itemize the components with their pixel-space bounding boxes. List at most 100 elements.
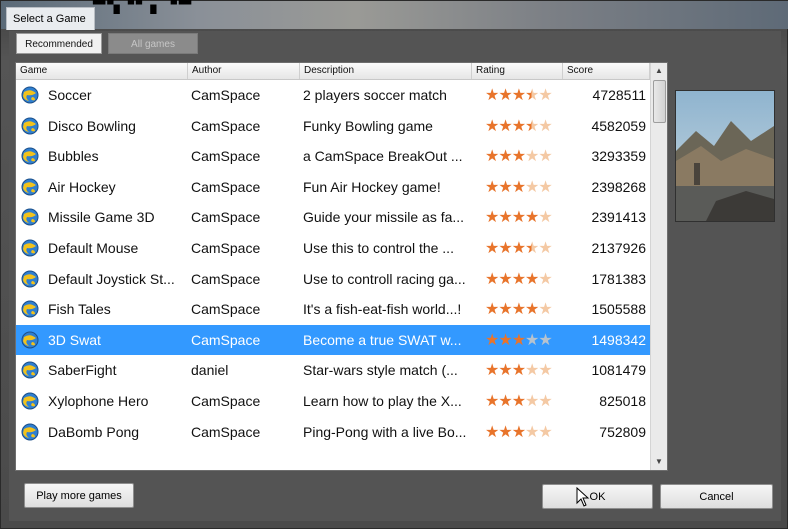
game-description: Fun Air Hockey game! [303,178,441,195]
play-more-games-button[interactable]: Play more games [24,483,134,508]
globe-game-icon [20,116,40,136]
game-author: CamSpace [191,239,261,256]
column-header-score[interactable]: Score [563,63,650,79]
game-name: Fish Tales [48,301,111,318]
star-icon: ★ [525,362,539,380]
star-icon: ★ [511,270,526,288]
table-row[interactable]: Missile Game 3D CamSpace Guide your missil… [16,202,650,233]
star-icon: ★ [498,362,512,380]
game-name: 3D Swat [48,331,101,348]
globe-game-icon [20,422,40,442]
star-icon: ★ [511,239,526,257]
game-score: 4582059 [591,117,646,134]
game-author: CamSpace [191,331,261,348]
table-row[interactable]: Soccer CamSpace 2 players soccer match 4728… [16,80,650,111]
star-icon: ★ [498,270,512,288]
game-rating-stars: ★★★★★ [485,294,575,325]
column-header-rating[interactable]: Rating [472,63,563,79]
game-rating-stars: ★★★★★ [485,264,575,295]
game-score: 3293359 [591,148,646,165]
game-score: 1505588 [591,301,646,318]
table-row[interactable]: DaBomb Pong CamSpace Ping-Pong with a live… [16,417,650,448]
globe-game-icon [20,269,40,289]
star-icon: ★ [525,239,539,257]
globe-game-icon [20,330,40,350]
table-row[interactable]: Default Joystick St... CamSpace Use to con… [16,264,650,295]
game-score: 2137926 [591,239,646,256]
game-name: Default Joystick St... [48,270,175,287]
star-icon: ★ [511,331,526,349]
game-author: CamSpace [191,392,261,409]
cancel-button[interactable]: Cancel [660,484,773,509]
game-score: 2398268 [591,178,646,195]
table-row[interactable]: Air Hockey CamSpace Fun Air Hockey game! 23… [16,172,650,203]
globe-game-icon [20,299,40,319]
column-header-description[interactable]: Description [300,63,472,79]
star-icon: ★ [525,270,539,288]
column-header-author[interactable]: Author [188,63,300,79]
game-description: Guide your missile as fa... [303,209,465,226]
star-icon: ★ [498,392,512,410]
star-icon: ★ [511,301,526,319]
table-row[interactable]: SaberFight daniel Star-wars style match (.… [16,355,650,386]
game-description: Star-wars style match (... [303,362,458,379]
list-rows: Soccer CamSpace 2 players soccer match 4728… [16,80,650,447]
game-score: 2391413 [591,209,646,226]
window-title: Select a Game [6,7,95,30]
table-row[interactable]: Xylophone Hero CamSpace Learn how to play … [16,386,650,417]
game-rating-stars: ★★★★★ [485,233,575,264]
table-row[interactable]: Fish Tales CamSpace It's a fish-eat-fish w… [16,294,650,325]
tab-all-games[interactable]: All games [108,33,198,54]
star-icon: ★ [485,239,499,257]
game-description: Use this to control the ... [303,239,454,256]
star-icon: ★ [511,423,526,441]
game-name: Disco Bowling [48,117,136,134]
star-icon: ★ [538,362,552,380]
star-icon: ★ [511,209,526,227]
game-description: 2 players soccer match [303,87,447,103]
star-icon: ★ [525,117,539,135]
scrollbar-thumb[interactable] [653,80,666,123]
game-author: CamSpace [191,209,261,226]
star-icon: ★ [538,423,552,441]
star-icon: ★ [511,148,526,166]
star-icon: ★ [485,178,499,196]
game-description: Use to controll racing ga... [303,270,466,287]
title-bar-glyphs: ▀▚▝▘▖▝▀ [93,0,194,14]
star-icon: ★ [485,301,499,319]
ok-button[interactable]: OK [542,484,653,509]
scroll-down-arrow-icon[interactable]: ▼ [651,454,667,470]
mouse-cursor-icon [576,487,590,507]
tab-recommended[interactable]: Recommended [16,33,102,54]
globe-game-icon [20,85,40,105]
star-icon: ★ [538,239,552,257]
game-rating-stars: ★★★★★ [485,386,575,417]
star-icon: ★ [538,117,552,135]
game-name: Air Hockey [48,178,116,195]
list-header: Game Author Description Rating Score [16,63,650,80]
globe-game-icon [20,238,40,258]
title-bar[interactable]: ▀▚▝▘▖▝▀ Select a Game [1,0,788,30]
table-row[interactable]: Default Mouse CamSpace Use this to control… [16,233,650,264]
game-author: CamSpace [191,87,261,103]
scroll-up-arrow-icon[interactable]: ▲ [651,63,667,79]
game-name: Soccer [48,87,92,103]
star-icon: ★ [498,117,512,135]
game-author: CamSpace [191,117,261,134]
table-row[interactable]: 3D Swat CamSpace Become a true SWAT w... 14… [16,324,650,356]
star-icon: ★ [525,331,539,349]
vertical-scrollbar[interactable]: ▲ ▼ [650,63,667,470]
star-icon: ★ [498,87,512,104]
star-icon: ★ [525,301,539,319]
column-header-game[interactable]: Game [16,63,188,79]
table-row[interactable]: Bubbles CamSpace a CamSpace BreakOut ... 32… [16,141,650,172]
games-list[interactable]: Game Author Description Rating Score Soc… [15,62,668,471]
game-description: a CamSpace BreakOut ... [303,148,463,165]
game-rating-stars: ★★★★★ [485,202,575,233]
table-row[interactable]: Disco Bowling CamSpace Funky Bowling game 4… [16,111,650,142]
game-rating-stars: ★★★★★ [485,172,575,203]
game-name: Xylophone Hero [48,392,149,409]
game-author: CamSpace [191,301,261,318]
game-description: Become a true SWAT w... [303,331,462,348]
game-score: 752809 [599,423,646,440]
